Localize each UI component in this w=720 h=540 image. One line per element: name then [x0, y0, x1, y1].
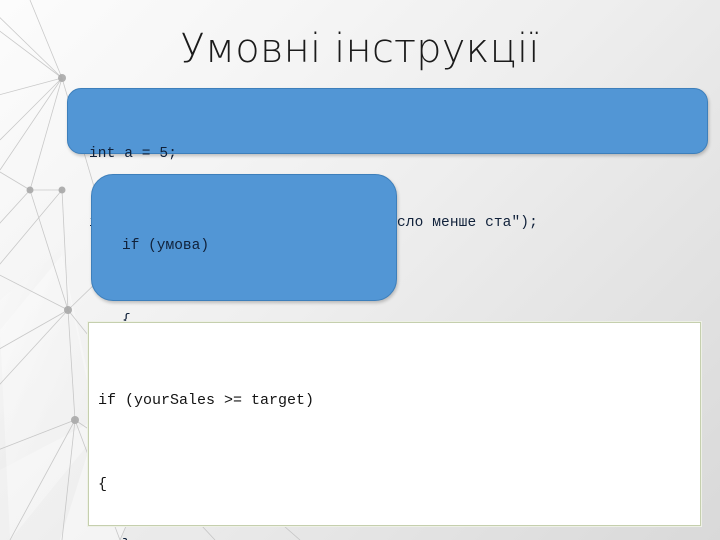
code-block-if-else-sales-example: if (yourSales >= target) { performance =… — [88, 322, 701, 526]
code-block-simple-if-example: int a = 5; if (a < 100) System.out.print… — [67, 88, 708, 231]
code-block-if-syntax-template: if (умова) { інструкція 1; інструкція n;… — [91, 174, 397, 540]
slide-canvas: Умовні інструкції int a = 5; if (a < 100… — [0, 0, 720, 540]
code-line: int a = 5; — [89, 146, 178, 162]
code-line: if (yourSales >= target) — [98, 392, 315, 409]
code-line: if (умова) — [122, 238, 210, 254]
slide-title: Умовні інструкції — [180, 26, 540, 72]
code-line: { — [98, 476, 108, 493]
